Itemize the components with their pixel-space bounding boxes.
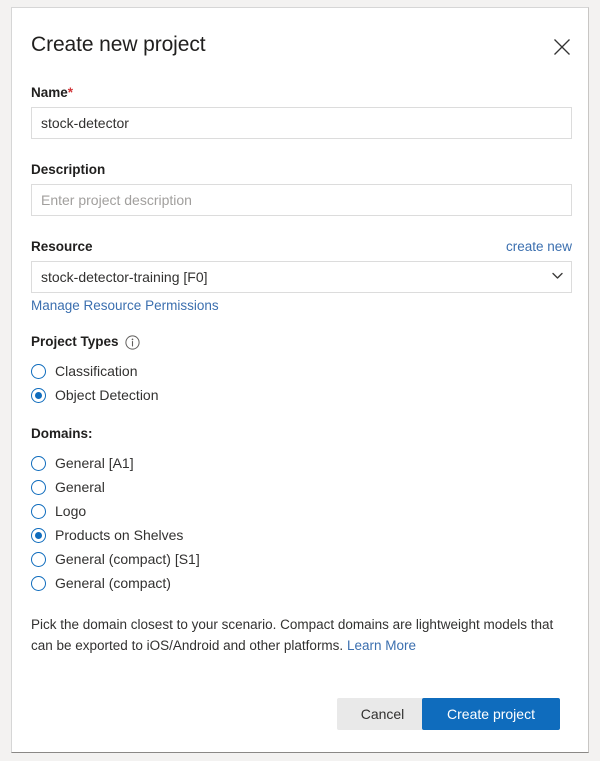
close-icon[interactable]	[544, 29, 580, 65]
domain-option-general[interactable]: General	[31, 475, 572, 499]
create-new-project-dialog: Create new project Name* Description Res…	[11, 7, 589, 753]
domain-option-general-a1[interactable]: General [A1]	[31, 451, 572, 475]
radio-indicator	[31, 576, 46, 591]
manage-resource-permissions-link[interactable]: Manage Resource Permissions	[31, 298, 219, 313]
resource-label: Resource	[31, 238, 572, 256]
domain-help-text: Pick the domain closest to your scenario…	[31, 614, 572, 656]
resource-select[interactable]: stock-detector-training [F0]	[31, 261, 572, 293]
radio-indicator-selected	[31, 388, 46, 403]
create-project-button[interactable]: Create project	[422, 698, 560, 730]
create-new-resource-link[interactable]: create new	[506, 238, 572, 256]
domain-label: General [A1]	[55, 453, 134, 473]
domain-option-general-compact-s1[interactable]: General (compact) [S1]	[31, 547, 572, 571]
radio-indicator	[31, 504, 46, 519]
resource-label-row: Resource create new	[31, 238, 572, 256]
domains-radio-group: General [A1] General Logo Products on Sh…	[31, 451, 572, 595]
domains-heading: Domains:	[31, 425, 572, 443]
project-types-radio-group: Classification Object Detection	[31, 359, 572, 407]
dialog-body: Name* Description Resource create new st…	[31, 84, 572, 656]
domain-option-general-compact[interactable]: General (compact)	[31, 571, 572, 595]
radio-indicator-selected	[31, 528, 46, 543]
project-type-option-classification[interactable]: Classification	[31, 359, 572, 383]
project-type-option-object-detection[interactable]: Object Detection	[31, 383, 572, 407]
dialog-title: Create new project	[31, 33, 205, 57]
radio-indicator	[31, 456, 46, 471]
domain-label: General (compact)	[55, 573, 171, 593]
domain-label: Logo	[55, 501, 86, 521]
info-icon[interactable]	[125, 335, 140, 350]
project-types-heading-text: Project Types	[31, 333, 119, 351]
domain-help-text-body: Pick the domain closest to your scenario…	[31, 617, 553, 653]
project-type-label: Classification	[55, 361, 137, 381]
domain-option-logo[interactable]: Logo	[31, 499, 572, 523]
radio-indicator	[31, 364, 46, 379]
domain-label: General (compact) [S1]	[55, 549, 200, 569]
radio-indicator	[31, 480, 46, 495]
description-input[interactable]	[31, 184, 572, 216]
name-input[interactable]	[31, 107, 572, 139]
resource-select-wrapper: stock-detector-training [F0]	[31, 261, 572, 293]
required-marker: *	[68, 85, 73, 100]
dialog-header: Create new project	[12, 8, 588, 84]
learn-more-link[interactable]: Learn More	[347, 638, 416, 653]
cancel-button[interactable]: Cancel	[337, 698, 428, 730]
project-type-label: Object Detection	[55, 385, 159, 405]
project-types-heading: Project Types	[31, 333, 572, 351]
name-label: Name*	[31, 84, 572, 102]
name-label-text: Name	[31, 85, 68, 100]
domain-option-products-on-shelves[interactable]: Products on Shelves	[31, 523, 572, 547]
domains-heading-text: Domains:	[31, 425, 93, 443]
domain-label: General	[55, 477, 105, 497]
domain-label: Products on Shelves	[55, 525, 183, 545]
dialog-footer: Cancel Create project	[12, 685, 588, 752]
description-label: Description	[31, 161, 572, 179]
radio-indicator	[31, 552, 46, 567]
